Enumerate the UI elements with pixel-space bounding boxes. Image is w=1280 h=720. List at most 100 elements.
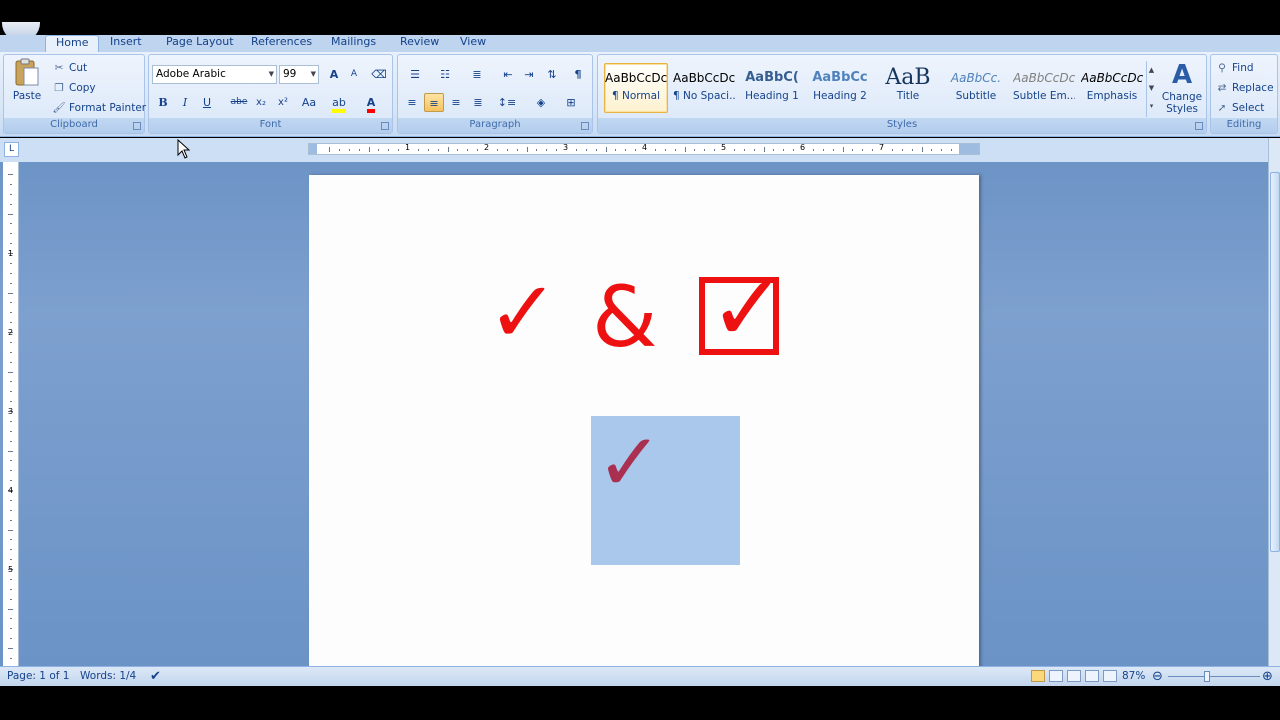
styles-scroll[interactable]: ▲ ▼ ▾ xyxy=(1146,61,1156,117)
subscript-button[interactable]: x₂ xyxy=(251,93,271,112)
vruler-tick xyxy=(8,174,13,175)
grow-font-button[interactable]: A xyxy=(324,65,344,84)
tab-page-layout[interactable]: Page Layout xyxy=(166,35,234,52)
find-button[interactable]: ⚲ Find xyxy=(1215,59,1253,77)
clipboard-launcher[interactable] xyxy=(133,122,141,130)
zoom-out-icon[interactable]: ⊖ xyxy=(1152,667,1163,686)
format-painter-button[interactable]: 🖌 Format Painter xyxy=(52,99,146,117)
style-title[interactable]: AaB Title xyxy=(876,63,940,113)
horizontal-ruler[interactable]: 1 2 3 4 5 6 7 xyxy=(308,143,980,155)
paragraph-launcher[interactable] xyxy=(581,122,589,130)
clear-format-button[interactable]: ⌫ xyxy=(369,65,389,84)
ruler-tick xyxy=(338,149,340,151)
vertical-ruler[interactable]: 1 2 3 4 5 xyxy=(3,162,19,666)
ruler-tick xyxy=(901,149,903,151)
select-button[interactable]: ➚ Select xyxy=(1215,99,1265,117)
style-normal[interactable]: AaBbCcDc ¶ Normal xyxy=(604,63,668,113)
web-layout-view[interactable] xyxy=(1067,670,1081,682)
word-count[interactable]: Words: 1/4 xyxy=(80,667,136,686)
decrease-indent-button[interactable]: ⇤ xyxy=(498,65,518,84)
vruler-tick xyxy=(10,243,12,245)
zoom-slider-thumb[interactable] xyxy=(1204,671,1210,682)
align-left-button[interactable]: ≡ xyxy=(402,93,422,112)
vruler-tick xyxy=(8,292,13,294)
paste-button[interactable]: Paste xyxy=(8,57,46,115)
styles-launcher[interactable] xyxy=(1195,122,1203,130)
font-name-combo[interactable]: Adobe Arabic ▼ xyxy=(152,65,277,84)
ruler-tick xyxy=(437,149,439,151)
ruler-tick xyxy=(635,149,637,151)
zoom-level[interactable]: 87% xyxy=(1122,667,1145,686)
page-count[interactable]: Page: 1 of 1 xyxy=(7,667,69,686)
ruler-tick xyxy=(556,149,558,151)
vruler-tick xyxy=(10,401,12,403)
draft-view[interactable] xyxy=(1103,670,1117,682)
style-heading-2[interactable]: AaBbCc Heading 2 xyxy=(808,63,872,113)
outline-view[interactable] xyxy=(1085,670,1099,682)
scroll-thumb[interactable] xyxy=(1270,172,1280,552)
ruler-tick xyxy=(615,149,617,151)
print-layout-view[interactable] xyxy=(1031,670,1045,682)
shading-button[interactable]: ◈ xyxy=(528,93,554,112)
ruler-tick xyxy=(427,149,429,151)
cut-button[interactable]: ✂ Cut xyxy=(52,59,88,77)
copy-button[interactable]: ❐ Copy xyxy=(52,79,95,97)
style-emphasis[interactable]: AaBbCcDc Emphasis xyxy=(1080,63,1144,113)
italic-button[interactable]: I xyxy=(175,93,195,112)
selected-check-mark: ✓ xyxy=(596,416,664,509)
tab-selector[interactable]: L xyxy=(4,142,19,157)
ruler-tick xyxy=(477,149,479,151)
proofing-icon[interactable]: ✔ xyxy=(150,667,161,686)
tab-home[interactable]: Home xyxy=(45,35,100,52)
ruler-tick xyxy=(388,149,390,151)
replace-button[interactable]: ⇄ Replace xyxy=(1215,79,1274,97)
sort-button[interactable]: ⇅ xyxy=(542,65,562,84)
style-no-spacing[interactable]: AaBbCcDc ¶ No Spaci... xyxy=(672,63,736,113)
multilevel-list-button[interactable]: ≣ xyxy=(464,65,490,84)
align-right-button[interactable]: ≡ xyxy=(446,93,466,112)
font-color-button[interactable]: A xyxy=(361,93,381,113)
tab-references[interactable]: References xyxy=(251,35,312,52)
font-group: Adobe Arabic ▼ 99 ▼ A A ⌫ B I U abe x₂ x² … xyxy=(148,54,393,134)
bullets-button[interactable]: ☰ xyxy=(402,65,428,84)
ruler-tick xyxy=(743,149,745,151)
vruler-tick xyxy=(10,539,12,541)
style-subtitle[interactable]: AaBbCc. Subtitle xyxy=(944,63,1008,113)
vruler-tick xyxy=(10,193,12,195)
vruler-tick xyxy=(10,470,12,472)
justify-button[interactable]: ≣ xyxy=(468,93,488,112)
show-marks-button[interactable]: ¶ xyxy=(568,65,588,84)
tab-review[interactable]: Review xyxy=(400,35,439,52)
bold-button[interactable]: B xyxy=(153,93,173,112)
zoom-slider[interactable] xyxy=(1168,671,1260,682)
font-size-combo[interactable]: 99 ▼ xyxy=(279,65,319,84)
shrink-font-button[interactable]: A xyxy=(344,65,364,84)
document-page[interactable]: ✓ & ✓ ✓ xyxy=(309,175,979,675)
increase-indent-button[interactable]: ⇥ xyxy=(519,65,539,84)
vertical-scrollbar[interactable] xyxy=(1268,138,1280,666)
align-center-button[interactable]: ≡ xyxy=(424,93,444,112)
numbered-list-icon: ☷ xyxy=(440,68,450,81)
highlight-button[interactable]: ab xyxy=(329,93,349,113)
borders-button[interactable]: ⊞ xyxy=(558,93,584,112)
superscript-button[interactable]: x² xyxy=(273,93,293,112)
selected-symbol[interactable]: ✓ xyxy=(591,416,740,565)
zoom-in-icon[interactable]: ⊕ xyxy=(1262,667,1273,686)
tab-view[interactable]: View xyxy=(460,35,486,52)
line-spacing-button[interactable]: ↕≡ xyxy=(494,93,520,112)
style-heading-1[interactable]: AaBbC( Heading 1 xyxy=(740,63,804,113)
full-screen-view[interactable] xyxy=(1049,670,1063,682)
ruler-tick xyxy=(842,147,844,152)
underline-button[interactable]: U xyxy=(197,93,217,112)
clipboard-group: Paste ✂ Cut ❐ Copy 🖌 Format Painter Clipboa… xyxy=(3,54,146,134)
style-subtle-emphasis[interactable]: AaBbCcDc Subtle Em... xyxy=(1012,63,1076,113)
strikethrough-button[interactable]: abe xyxy=(229,93,249,112)
font-launcher[interactable] xyxy=(381,122,389,130)
ruler-tick xyxy=(526,147,528,152)
vruler-tick xyxy=(10,391,12,393)
numbering-button[interactable]: ☷ xyxy=(432,65,458,84)
change-styles-button[interactable]: A Change Styles xyxy=(1160,59,1204,117)
change-case-button[interactable]: Aa xyxy=(297,93,321,112)
tab-mailings[interactable]: Mailings xyxy=(331,35,376,52)
tab-insert[interactable]: Insert xyxy=(110,35,142,52)
